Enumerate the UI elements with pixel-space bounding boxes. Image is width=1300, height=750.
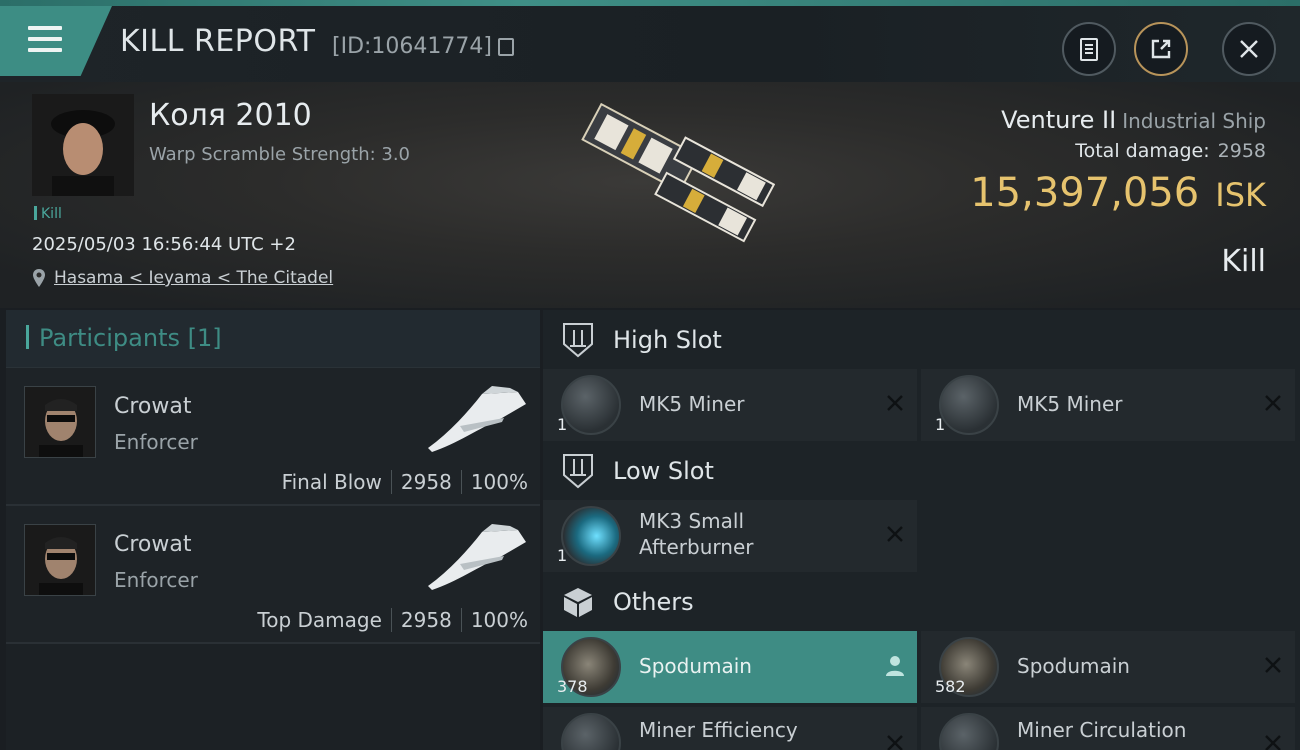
participant-stats: Top Damage 2958 100%: [257, 608, 528, 632]
header-bar: KILL REPORT [ID:10641774]: [0, 6, 1300, 82]
item-name: MK3 Small Afterburner: [639, 508, 753, 560]
victim-avatar-image: [32, 94, 134, 196]
high-slot-header: High Slot: [543, 310, 1300, 370]
remove-x-icon[interactable]: [885, 524, 905, 544]
kill-result: Kill: [1221, 244, 1266, 279]
participant-ship: Enforcer: [114, 568, 198, 592]
warp-scramble-strength: Warp Scramble Strength: 3.0: [149, 144, 411, 165]
victim-ship-class: Industrial Ship: [1122, 109, 1266, 133]
location-pin-icon: [33, 269, 45, 287]
afterburner-module-icon: [561, 506, 621, 566]
participant-blow-label: Top Damage: [257, 608, 382, 632]
low-slot-header: Low Slot: [543, 441, 1300, 501]
participant-stats: Final Blow 2958 100%: [282, 470, 528, 494]
participant-name: Crowat: [114, 394, 192, 419]
item-quantity: 1: [935, 415, 946, 434]
participant-ship-image: [428, 524, 526, 590]
victim-ship-name: Venture II: [1001, 106, 1117, 134]
remove-x-icon[interactable]: [885, 393, 905, 413]
high-slot-icon: [563, 323, 593, 358]
fitting-item[interactable]: Miner Efficiency: [543, 707, 917, 750]
clipboard-icon: [1080, 38, 1098, 61]
remove-x-icon[interactable]: [1263, 733, 1283, 750]
item-name-line2: Afterburner: [639, 535, 754, 559]
fitting-item[interactable]: 582 Spodumain: [921, 631, 1295, 703]
fitting-item[interactable]: 1 MK5 Miner: [543, 369, 917, 441]
user-icon[interactable]: [885, 655, 905, 677]
report-id: [ID:10641774]: [332, 34, 492, 59]
participant-damage: 2958: [400, 608, 452, 632]
close-button[interactable]: [1222, 22, 1276, 76]
remove-x-icon[interactable]: [1263, 655, 1283, 675]
clipboard-button[interactable]: [1062, 22, 1116, 76]
miner-module-icon: [939, 375, 999, 435]
victim-pilot-name[interactable]: Коля 2010: [149, 98, 312, 133]
participant-row[interactable]: Crowat Enforcer Final Blow 2958 100%: [6, 368, 540, 506]
participant-row[interactable]: Crowat Enforcer Top Damage 2958 100%: [6, 506, 540, 644]
high-slot-label: High Slot: [613, 326, 722, 354]
participant-avatar: [24, 524, 96, 596]
share-button[interactable]: [1134, 22, 1188, 76]
participant-percent: 100%: [470, 608, 528, 632]
item-name: Spodumain: [639, 654, 752, 678]
page-title: KILL REPORT: [120, 24, 316, 59]
rig-module-icon: [561, 713, 621, 750]
item-name-line1: MK3 Small: [639, 509, 744, 533]
total-damage: Total damage: 2958: [1075, 140, 1266, 162]
fitting-panel: High Slot 1 MK5 Miner 1 MK5 Miner Low Sl…: [543, 310, 1300, 750]
item-name: MK5 Miner: [639, 392, 745, 416]
low-slot-label: Low Slot: [613, 457, 714, 485]
isk-value: 15,397,056 ISK: [970, 170, 1266, 216]
participant-name: Crowat: [114, 532, 192, 557]
isk-unit: ISK: [1215, 176, 1266, 214]
participant-damage: 2958: [400, 470, 452, 494]
miner-module-icon: [561, 375, 621, 435]
menu-icon: [28, 26, 62, 54]
victim-ship-image: [581, 102, 775, 243]
cargo-box-icon: [564, 588, 592, 617]
low-slot-icon: [563, 454, 593, 489]
share-icon: [1151, 39, 1171, 59]
participant-percent: 100%: [470, 470, 528, 494]
item-name: Miner Circulation: [1017, 718, 1187, 742]
participant-blow-label: Final Blow: [281, 470, 382, 494]
others-header: Others: [543, 572, 1300, 632]
total-damage-value: 2958: [1217, 140, 1266, 162]
fitting-item[interactable]: 1 MK3 Small Afterburner: [543, 500, 917, 572]
victim-ship[interactable]: Venture II Industrial Ship: [1001, 106, 1266, 134]
total-damage-label: Total damage:: [1075, 140, 1210, 162]
kill-tag: Kill: [34, 206, 62, 222]
close-icon: [1240, 40, 1258, 58]
fitting-item[interactable]: 1 MK5 Miner: [921, 369, 1295, 441]
menu-button[interactable]: [0, 6, 112, 76]
rig-module-icon: [939, 713, 999, 750]
item-quantity: 378: [557, 677, 588, 696]
isk-amount: 15,397,056: [970, 170, 1200, 216]
item-name: Miner Efficiency: [639, 718, 798, 742]
participant-ship-image: [428, 386, 526, 452]
remove-x-icon[interactable]: [885, 733, 905, 750]
item-name: MK5 Miner: [1017, 392, 1123, 416]
item-quantity: 1: [557, 415, 568, 434]
copy-icon[interactable]: [498, 38, 514, 56]
victim-panel: Коля 2010 Warp Scramble Strength: 3.0 Ki…: [0, 82, 1300, 308]
participants-panel: Participants [1] Crowat Enforcer Final B…: [6, 310, 540, 750]
remove-x-icon[interactable]: [1263, 393, 1283, 413]
fitting-item[interactable]: Miner Circulation: [921, 707, 1295, 750]
kill-location-link[interactable]: Hasama < Ieyama < The Citadel: [54, 268, 333, 288]
participants-header[interactable]: Participants [1]: [6, 310, 540, 368]
item-name: Spodumain: [1017, 654, 1130, 678]
others-label: Others: [613, 588, 694, 616]
item-quantity: 582: [935, 677, 966, 696]
participant-ship: Enforcer: [114, 430, 198, 454]
item-quantity: 1: [557, 546, 568, 565]
participant-avatar: [24, 386, 96, 458]
fitting-item-selected[interactable]: 378 Spodumain: [543, 631, 917, 703]
victim-portrait[interactable]: [32, 94, 134, 196]
kill-datetime: 2025/05/03 16:56:44 UTC +2: [32, 234, 296, 255]
